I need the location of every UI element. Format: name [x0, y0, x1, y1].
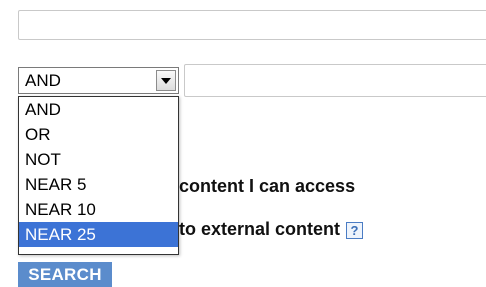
- dropdown-option-near-5[interactable]: NEAR 5: [19, 172, 178, 197]
- dropdown-option-and[interactable]: AND: [19, 97, 178, 122]
- dropdown-option-near-25[interactable]: NEAR 25: [19, 222, 178, 247]
- dropdown-arrow-button[interactable]: [156, 70, 176, 91]
- operator-select-value: AND: [25, 71, 61, 90]
- second-keyword-input[interactable]: [184, 64, 486, 97]
- search-button[interactable]: SEARCH: [18, 262, 112, 287]
- checkbox-label-external[interactable]: to external content?: [179, 219, 364, 240]
- checkbox-label-access[interactable]: content I can access: [179, 176, 355, 197]
- keyword-input[interactable]: [18, 10, 486, 40]
- dropdown-option-near-10[interactable]: NEAR 10: [19, 197, 178, 222]
- dropdown-option-not[interactable]: NOT: [19, 147, 178, 172]
- checkbox-label-external-text[interactable]: to external content: [179, 219, 340, 239]
- help-icon[interactable]: ?: [346, 221, 364, 239]
- operator-select[interactable]: AND: [18, 67, 179, 94]
- chevron-down-icon: [161, 77, 171, 84]
- operator-dropdown-list: AND OR NOT NEAR 5 NEAR 10 NEAR 25: [18, 96, 179, 255]
- dropdown-option-or[interactable]: OR: [19, 122, 178, 147]
